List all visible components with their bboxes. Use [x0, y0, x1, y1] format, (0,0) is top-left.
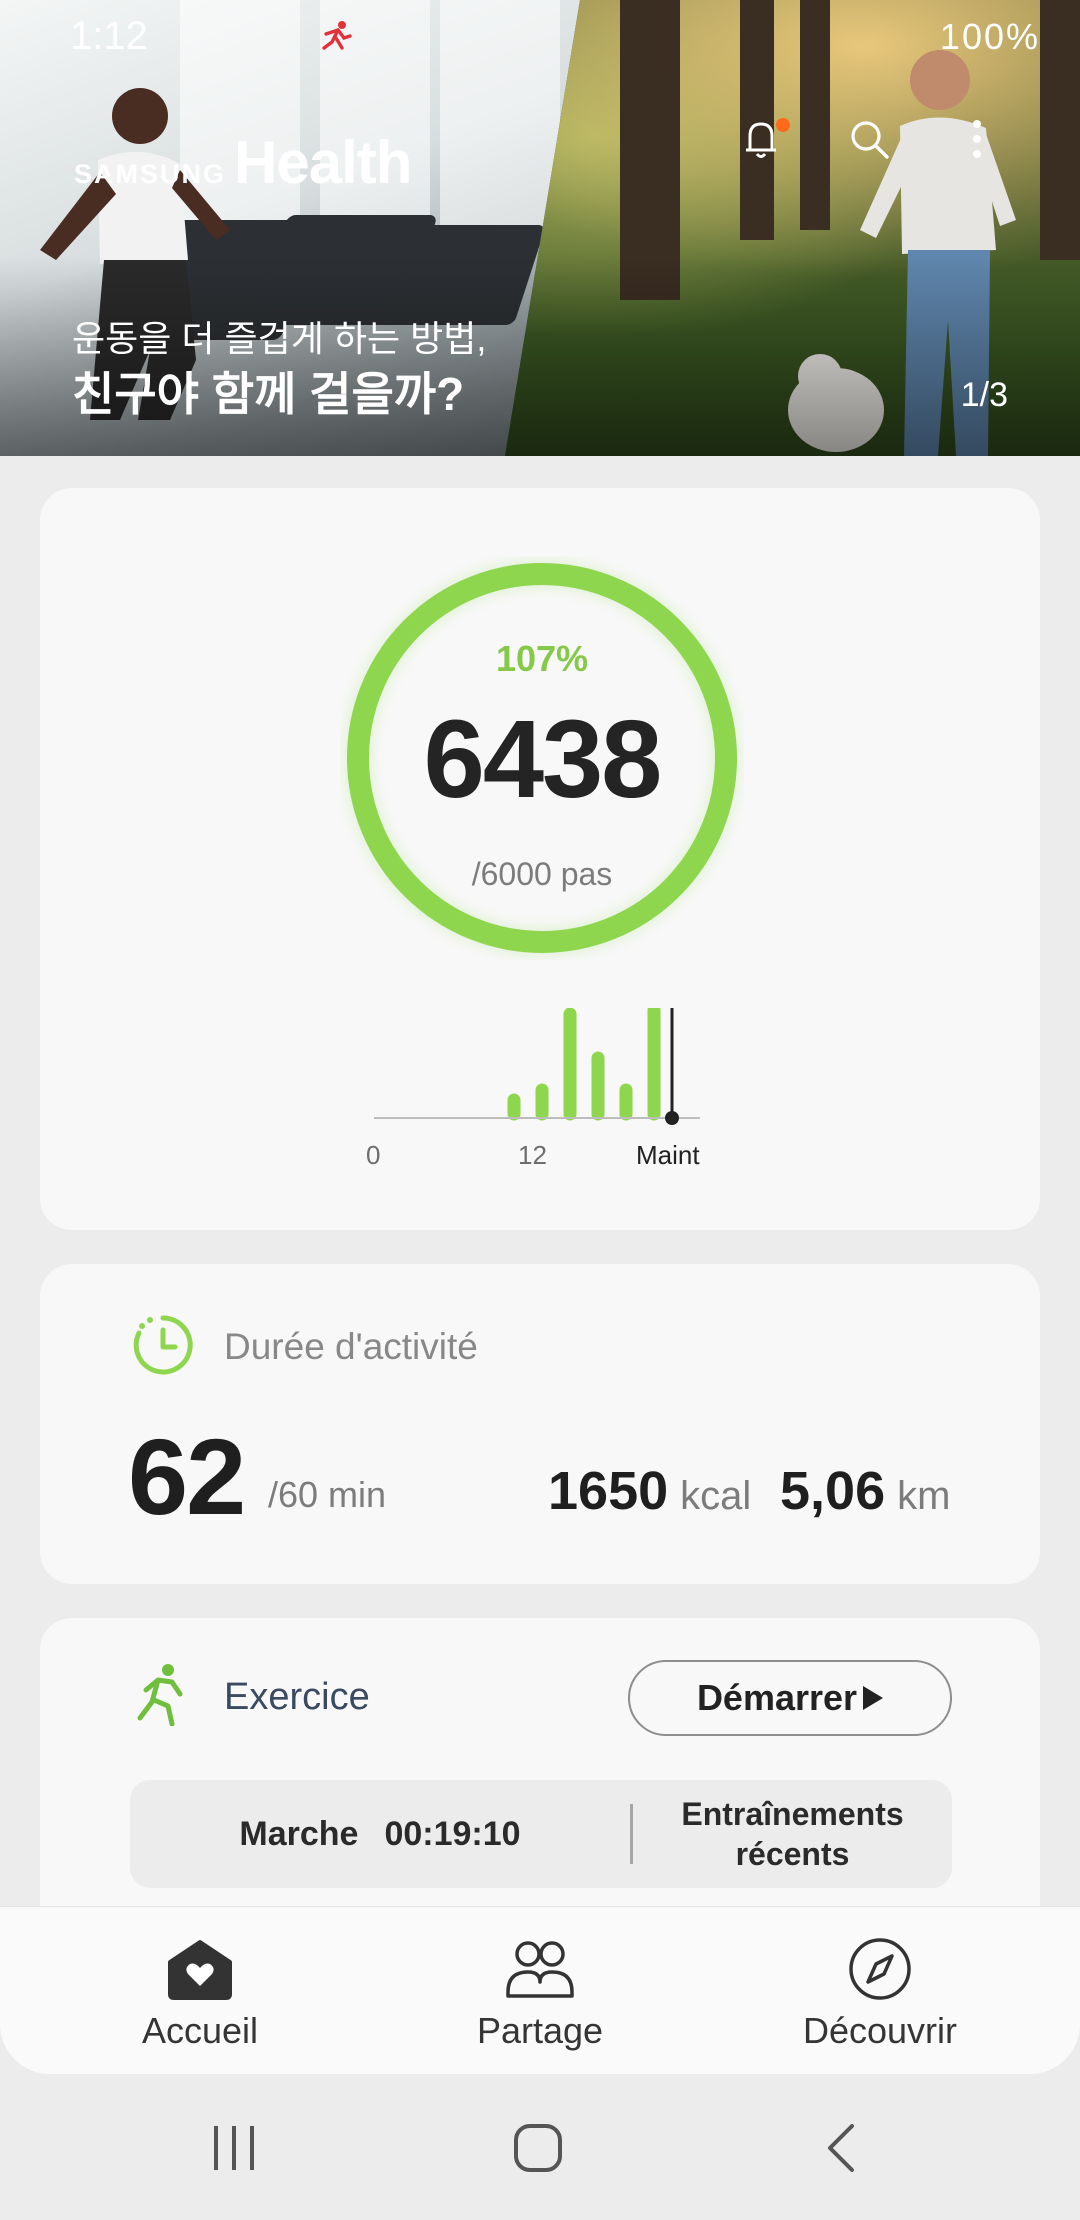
- brand-samsung: SAMSUNG: [74, 159, 227, 189]
- more-icon[interactable]: [954, 116, 1000, 162]
- distance-stat: 5,06 km: [780, 1460, 950, 1522]
- steps-percent: 107%: [495, 638, 589, 679]
- nav-together[interactable]: Partage: [410, 1936, 670, 2052]
- activity-minutes: 62: [128, 1416, 246, 1537]
- chart-label-now: Maint: [636, 1140, 700, 1170]
- exercise-title: Exercice: [224, 1676, 370, 1718]
- bottom-navigation: Accueil Partage Découvrir: [0, 1906, 1080, 2074]
- play-icon: [863, 1686, 884, 1710]
- back-icon[interactable]: [812, 2118, 872, 2178]
- start-exercise-button[interactable]: Démarrer: [628, 1660, 952, 1736]
- recent-exercise-bar: Marche 00:19:10 Entraînements récents: [130, 1780, 952, 1888]
- calories-value: 1650: [548, 1461, 669, 1521]
- home-button-icon[interactable]: [508, 2118, 568, 2178]
- home-icon: [168, 1940, 232, 2000]
- last-workout-time: 00:19:10: [384, 1814, 521, 1853]
- recent-workouts-line1: Entraînements: [681, 1796, 904, 1832]
- distance-value: 5,06: [780, 1461, 886, 1521]
- brand-health: Health: [234, 129, 412, 196]
- nav-home-label: Accueil: [141, 2010, 259, 2051]
- calories-unit: kcal: [680, 1474, 752, 1518]
- now-marker-dot: [665, 1111, 679, 1125]
- notifications-icon[interactable]: [738, 116, 790, 162]
- hero-banner[interactable]: 1:12 100% SAMSUNG Health 운동을 더 즐겁게 하는 방법…: [0, 0, 1080, 456]
- last-workout[interactable]: Marche 00:19:10: [130, 1780, 630, 1888]
- running-person-icon: [137, 1664, 183, 1726]
- status-time: 1:12: [70, 14, 148, 58]
- search-icon[interactable]: [846, 116, 892, 162]
- calories-stat: 1650 kcal: [548, 1460, 751, 1522]
- status-battery-text: 100%: [939, 16, 1040, 57]
- clock-icon: [133, 1315, 193, 1375]
- steps-goal: /6000 pas: [471, 856, 613, 892]
- steps-count: 6438: [423, 698, 663, 821]
- activity-card[interactable]: Durée d'activité 62 /60 min 1650 kcal 5,…: [40, 1264, 1040, 1584]
- compass-icon: [849, 1938, 911, 2000]
- chart-label-start: 0: [366, 1140, 381, 1170]
- notification-badge: [776, 118, 790, 132]
- hero-action-icons: [738, 116, 1000, 162]
- samsung-health-logo: SAMSUNG Health: [74, 128, 412, 197]
- hero-page-indicator: 1/3: [960, 376, 1008, 414]
- hourly-bars: [374, 1003, 700, 1125]
- nav-home[interactable]: Accueil: [70, 1936, 330, 2052]
- hero-subtitle: 운동을 더 즐겁게 하는 방법,: [72, 318, 487, 359]
- steps-ring: 107% 6438 /6000 pas: [340, 556, 744, 960]
- system-navigation-bar: [0, 2074, 1080, 2220]
- hero-title: 친구야 함께 걸을까?: [72, 368, 465, 420]
- activity-title: Durée d'activité: [224, 1326, 478, 1367]
- nav-discover[interactable]: Découvrir: [750, 1936, 1010, 2052]
- runner-icon: [318, 20, 352, 57]
- nav-together-label: Partage: [476, 2010, 604, 2051]
- steps-card[interactable]: 107% 6438 /6000 pas 0 12 Maint: [40, 488, 1040, 1230]
- chart-label-mid: 12: [518, 1140, 547, 1170]
- activity-minutes-goal: /60 min: [268, 1474, 387, 1515]
- people-icon: [506, 1941, 574, 1998]
- nav-discover-label: Découvrir: [802, 2010, 958, 2051]
- start-button-label: Démarrer: [696, 1677, 858, 1718]
- hourly-steps-chart: 0 12 Maint: [366, 1003, 714, 1178]
- distance-unit: km: [897, 1474, 951, 1518]
- last-workout-type: Marche: [239, 1814, 359, 1853]
- recent-workouts-link[interactable]: Entraînements récents: [633, 1780, 952, 1888]
- recent-workouts-line2: récents: [735, 1836, 850, 1872]
- recents-icon[interactable]: [204, 2118, 264, 2178]
